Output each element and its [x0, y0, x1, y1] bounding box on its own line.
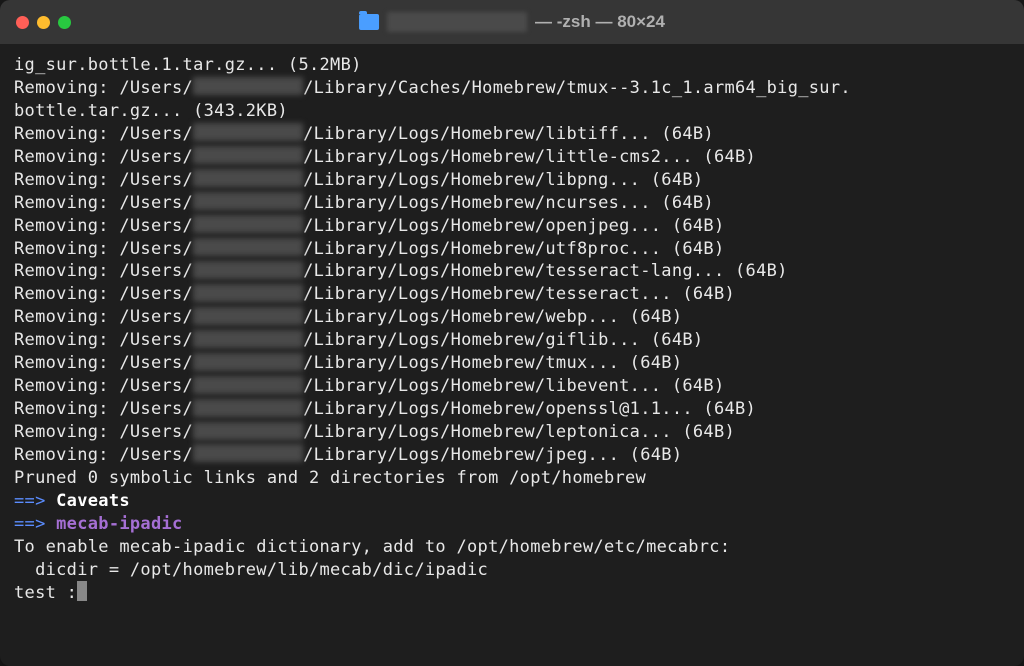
- redacted-user: [193, 353, 303, 371]
- cursor: [77, 581, 87, 601]
- redacted-user: [193, 422, 303, 440]
- output-line: Removing: /Users//Library/Logs/Homebrew/…: [14, 306, 1010, 329]
- maximize-button[interactable]: [58, 16, 71, 29]
- titlebar[interactable]: — -zsh — 80×24: [0, 0, 1024, 44]
- section-header: ==> mecab-ipadic: [14, 513, 1010, 536]
- output-line: Removing: /Users//Library/Logs/Homebrew/…: [14, 215, 1010, 238]
- output-line: Removing: /Users//Library/Logs/Homebrew/…: [14, 398, 1010, 421]
- redacted-user: [193, 146, 303, 164]
- redacted-user: [193, 77, 303, 95]
- output-line: Removing: /Users//Library/Logs/Homebrew/…: [14, 238, 1010, 261]
- output-line: ig_sur.bottle.1.tar.gz... (5.2MB): [14, 54, 1010, 77]
- folder-icon: [359, 14, 379, 30]
- redacted-user: [193, 215, 303, 233]
- redacted-user: [193, 123, 303, 141]
- title-suffix: — -zsh — 80×24: [535, 12, 665, 32]
- output-line: Removing: /Users//Library/Logs/Homebrew/…: [14, 352, 1010, 375]
- redacted-user: [193, 307, 303, 325]
- output-line: To enable mecab-ipadic dictionary, add t…: [14, 536, 1010, 559]
- close-button[interactable]: [16, 16, 29, 29]
- output-line: Pruned 0 symbolic links and 2 directorie…: [14, 467, 1010, 490]
- output-line: Removing: /Users//Library/Logs/Homebrew/…: [14, 169, 1010, 192]
- redacted-user: [193, 399, 303, 417]
- output-line: Removing: /Users//Library/Logs/Homebrew/…: [14, 146, 1010, 169]
- output-line: Removing: /Users//Library/Logs/Homebrew/…: [14, 192, 1010, 215]
- output-line: Removing: /Users//Library/Logs/Homebrew/…: [14, 260, 1010, 283]
- redacted-user: [193, 238, 303, 256]
- window-title: — -zsh — 80×24: [359, 12, 665, 32]
- redacted-path: [387, 12, 527, 32]
- prompt-line[interactable]: test :: [14, 582, 1010, 605]
- terminal-output[interactable]: ig_sur.bottle.1.tar.gz... (5.2MB) Removi…: [0, 44, 1024, 615]
- terminal-window: — -zsh — 80×24 ig_sur.bottle.1.tar.gz...…: [0, 0, 1024, 666]
- traffic-lights: [16, 16, 71, 29]
- redacted-user: [193, 376, 303, 394]
- redacted-user: [193, 192, 303, 210]
- output-line: Removing: /Users//Library/Logs/Homebrew/…: [14, 283, 1010, 306]
- output-line: Removing: /Users//Library/Caches/Homebre…: [14, 77, 1010, 100]
- output-line: bottle.tar.gz... (343.2KB): [14, 100, 1010, 123]
- output-line: Removing: /Users//Library/Logs/Homebrew/…: [14, 444, 1010, 467]
- redacted-user: [193, 444, 303, 462]
- output-line: Removing: /Users//Library/Logs/Homebrew/…: [14, 123, 1010, 146]
- redacted-user: [193, 261, 303, 279]
- minimize-button[interactable]: [37, 16, 50, 29]
- redacted-user: [193, 284, 303, 302]
- output-line: Removing: /Users//Library/Logs/Homebrew/…: [14, 375, 1010, 398]
- redacted-user: [193, 330, 303, 348]
- output-line: Removing: /Users//Library/Logs/Homebrew/…: [14, 329, 1010, 352]
- output-line: dicdir = /opt/homebrew/lib/mecab/dic/ipa…: [14, 559, 1010, 582]
- output-line: Removing: /Users//Library/Logs/Homebrew/…: [14, 421, 1010, 444]
- redacted-user: [193, 169, 303, 187]
- section-header: ==> Caveats: [14, 490, 1010, 513]
